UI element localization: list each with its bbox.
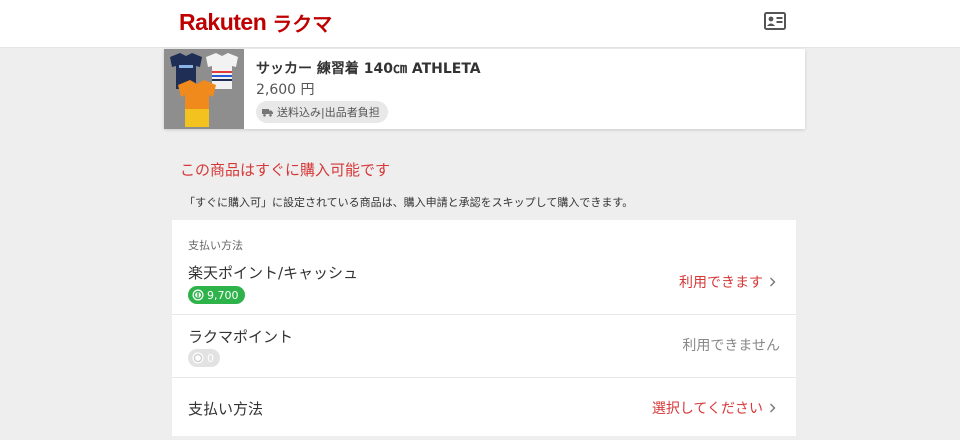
- payment-method-select[interactable]: 選択してください: [652, 398, 776, 418]
- payment-section-label: 支払い方法: [188, 239, 243, 252]
- product-title: サッカー 練習着 140㎝ ATHLETA: [256, 61, 481, 77]
- rakuten-points-balance-badge: 9,700: [188, 286, 245, 304]
- rakuten-points-status[interactable]: 利用できます: [679, 272, 776, 292]
- product-summary-card[interactable]: サッカー 練習着 140㎝ ATHLETA 2,600 円 送料込み|出品者負担: [164, 49, 805, 129]
- logo-rakuten-text: Rakuten: [179, 8, 267, 35]
- rakuma-points-row: ラクマポイント 0 利用できません: [172, 315, 796, 378]
- rakuma-points-balance-badge: 0: [188, 349, 220, 367]
- shipping-badge: 送料込み|出品者負担: [256, 101, 388, 123]
- payment-method-row[interactable]: 支払い方法 選択してください: [172, 378, 796, 436]
- points-coin-icon: [192, 289, 204, 301]
- payment-card: 支払い方法 楽天ポイント/キャッシュ 9,700 利用できます ラクマポイント …: [172, 220, 796, 436]
- rakuma-points-balance: 0: [207, 351, 214, 365]
- payment-method-label: 支払い方法: [188, 400, 264, 418]
- instant-purchase-title: この商品はすぐに購入可能です: [180, 161, 391, 179]
- logo-rakuma-text: ラクマ: [272, 11, 333, 36]
- soccer-shirts-image: [164, 49, 244, 129]
- product-thumbnail: [164, 49, 244, 129]
- chevron-right-icon: [770, 403, 776, 413]
- shipping-text: 送料込み|出品者負担: [277, 106, 380, 119]
- rakuma-points-label: ラクマポイント: [188, 328, 294, 346]
- rakuten-points-label: 楽天ポイント/キャッシュ: [188, 264, 359, 282]
- rakuten-points-status-text: 利用できます: [679, 275, 763, 291]
- points-coin-icon: [192, 352, 204, 364]
- truck-icon: [262, 108, 273, 117]
- chevron-right-icon: [770, 277, 776, 287]
- profile-card-icon[interactable]: [764, 12, 786, 30]
- rakuten-points-row[interactable]: 支払い方法 楽天ポイント/キャッシュ 9,700 利用できます: [172, 220, 796, 315]
- rakuma-points-status: 利用できません: [682, 338, 780, 354]
- product-price: 2,600 円: [256, 82, 315, 98]
- rakuten-points-balance: 9,700: [207, 288, 239, 302]
- app-header: Rakuten ラクマ: [0, 0, 960, 48]
- instant-purchase-description: 「すぐに購入可」に設定されている商品は、購入申請と承認をスキップして購入できます…: [184, 196, 634, 209]
- rakuten-rakuma-logo[interactable]: Rakuten ラクマ: [179, 4, 332, 40]
- payment-method-action-text: 選択してください: [651, 401, 763, 417]
